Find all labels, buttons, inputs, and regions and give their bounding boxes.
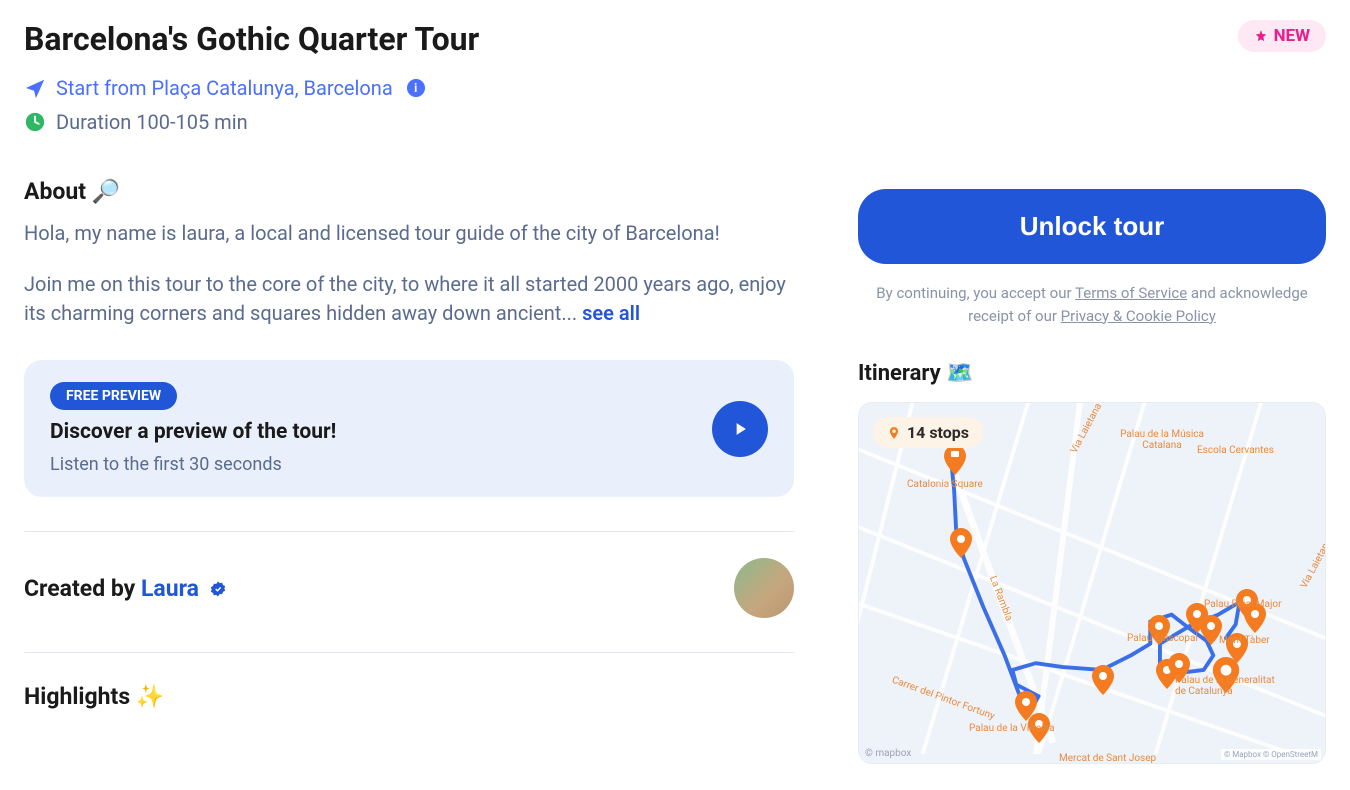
map-label: Catalonia Square [907,479,983,490]
map-pin-start[interactable] [943,445,967,475]
info-icon[interactable]: i [407,79,425,97]
itinerary-map[interactable]: 14 stops Catalonia Square P [858,402,1326,764]
play-button[interactable] [712,401,768,457]
terms-of-service-link[interactable]: Terms of Service [1075,284,1187,302]
about-para1: Hola, my name is laura, a local and lice… [24,219,794,248]
divider [24,531,794,532]
free-preview-badge: FREE PREVIEW [50,382,177,410]
page-title: Barcelona's Gothic Quarter Tour [24,20,479,58]
created-by-label: Created by [24,575,141,602]
about-heading: About 🔎 [24,178,794,205]
creator-name-link[interactable]: Laura [141,575,199,602]
map-label: Palau de la Generalitat de Catalunya [1175,675,1285,697]
highlights-heading: Highlights ✨ [24,683,794,710]
duration-text: Duration 100-105 min [56,110,248,134]
privacy-policy-link[interactable]: Privacy & Cookie Policy [1061,307,1216,325]
creator-row: Created by Laura [24,558,794,618]
pin-icon [887,426,901,440]
see-all-link[interactable]: see all [582,301,640,325]
clock-icon [24,111,46,133]
map-label: Palau Reial Major [1204,599,1281,610]
about-para2: Join me on this tour to the core of the … [24,270,794,328]
map-label: Mont Tàber [1219,635,1270,646]
map-label: Palau de la Virreina [969,723,1055,734]
map-attribution-right: © Mapbox © OpenStreetM [1221,749,1321,760]
location-arrow-icon [24,77,46,99]
start-location-text: Start from Plaça Catalunya, Barcelona [56,76,393,100]
new-badge: NEW [1238,20,1326,52]
map-label: Palau de la Música Catalana [1117,429,1207,451]
creator-avatar[interactable] [734,558,794,618]
map-label: Mercat de Sant Josep [1059,753,1156,764]
map-pin[interactable] [1091,665,1115,695]
map-pin[interactable] [949,528,973,558]
preview-card: FREE PREVIEW Discover a preview of the t… [24,360,794,497]
map-attribution-left: © mapbox [865,748,911,759]
itinerary-heading: Itinerary 🗺️ [858,361,1326,386]
terms-text: By continuing, you accept our Terms of S… [858,282,1326,327]
about-text: Hola, my name is laura, a local and lice… [24,219,794,328]
preview-title: Discover a preview of the tour! [50,420,336,444]
stops-count-badge: 14 stops [873,417,983,448]
play-icon [730,419,750,439]
star-icon [1254,29,1268,43]
start-location-row: Start from Plaça Catalunya, Barcelona i [24,76,794,100]
map-label: Escola Cervantes [1197,445,1274,456]
preview-subtitle: Listen to the first 30 seconds [50,454,336,475]
unlock-tour-button[interactable]: Unlock tour [858,189,1326,264]
duration-row: Duration 100-105 min [24,110,794,134]
map-label: Palau Episcopal [1127,633,1198,644]
divider [24,652,794,653]
verified-icon [209,580,227,598]
